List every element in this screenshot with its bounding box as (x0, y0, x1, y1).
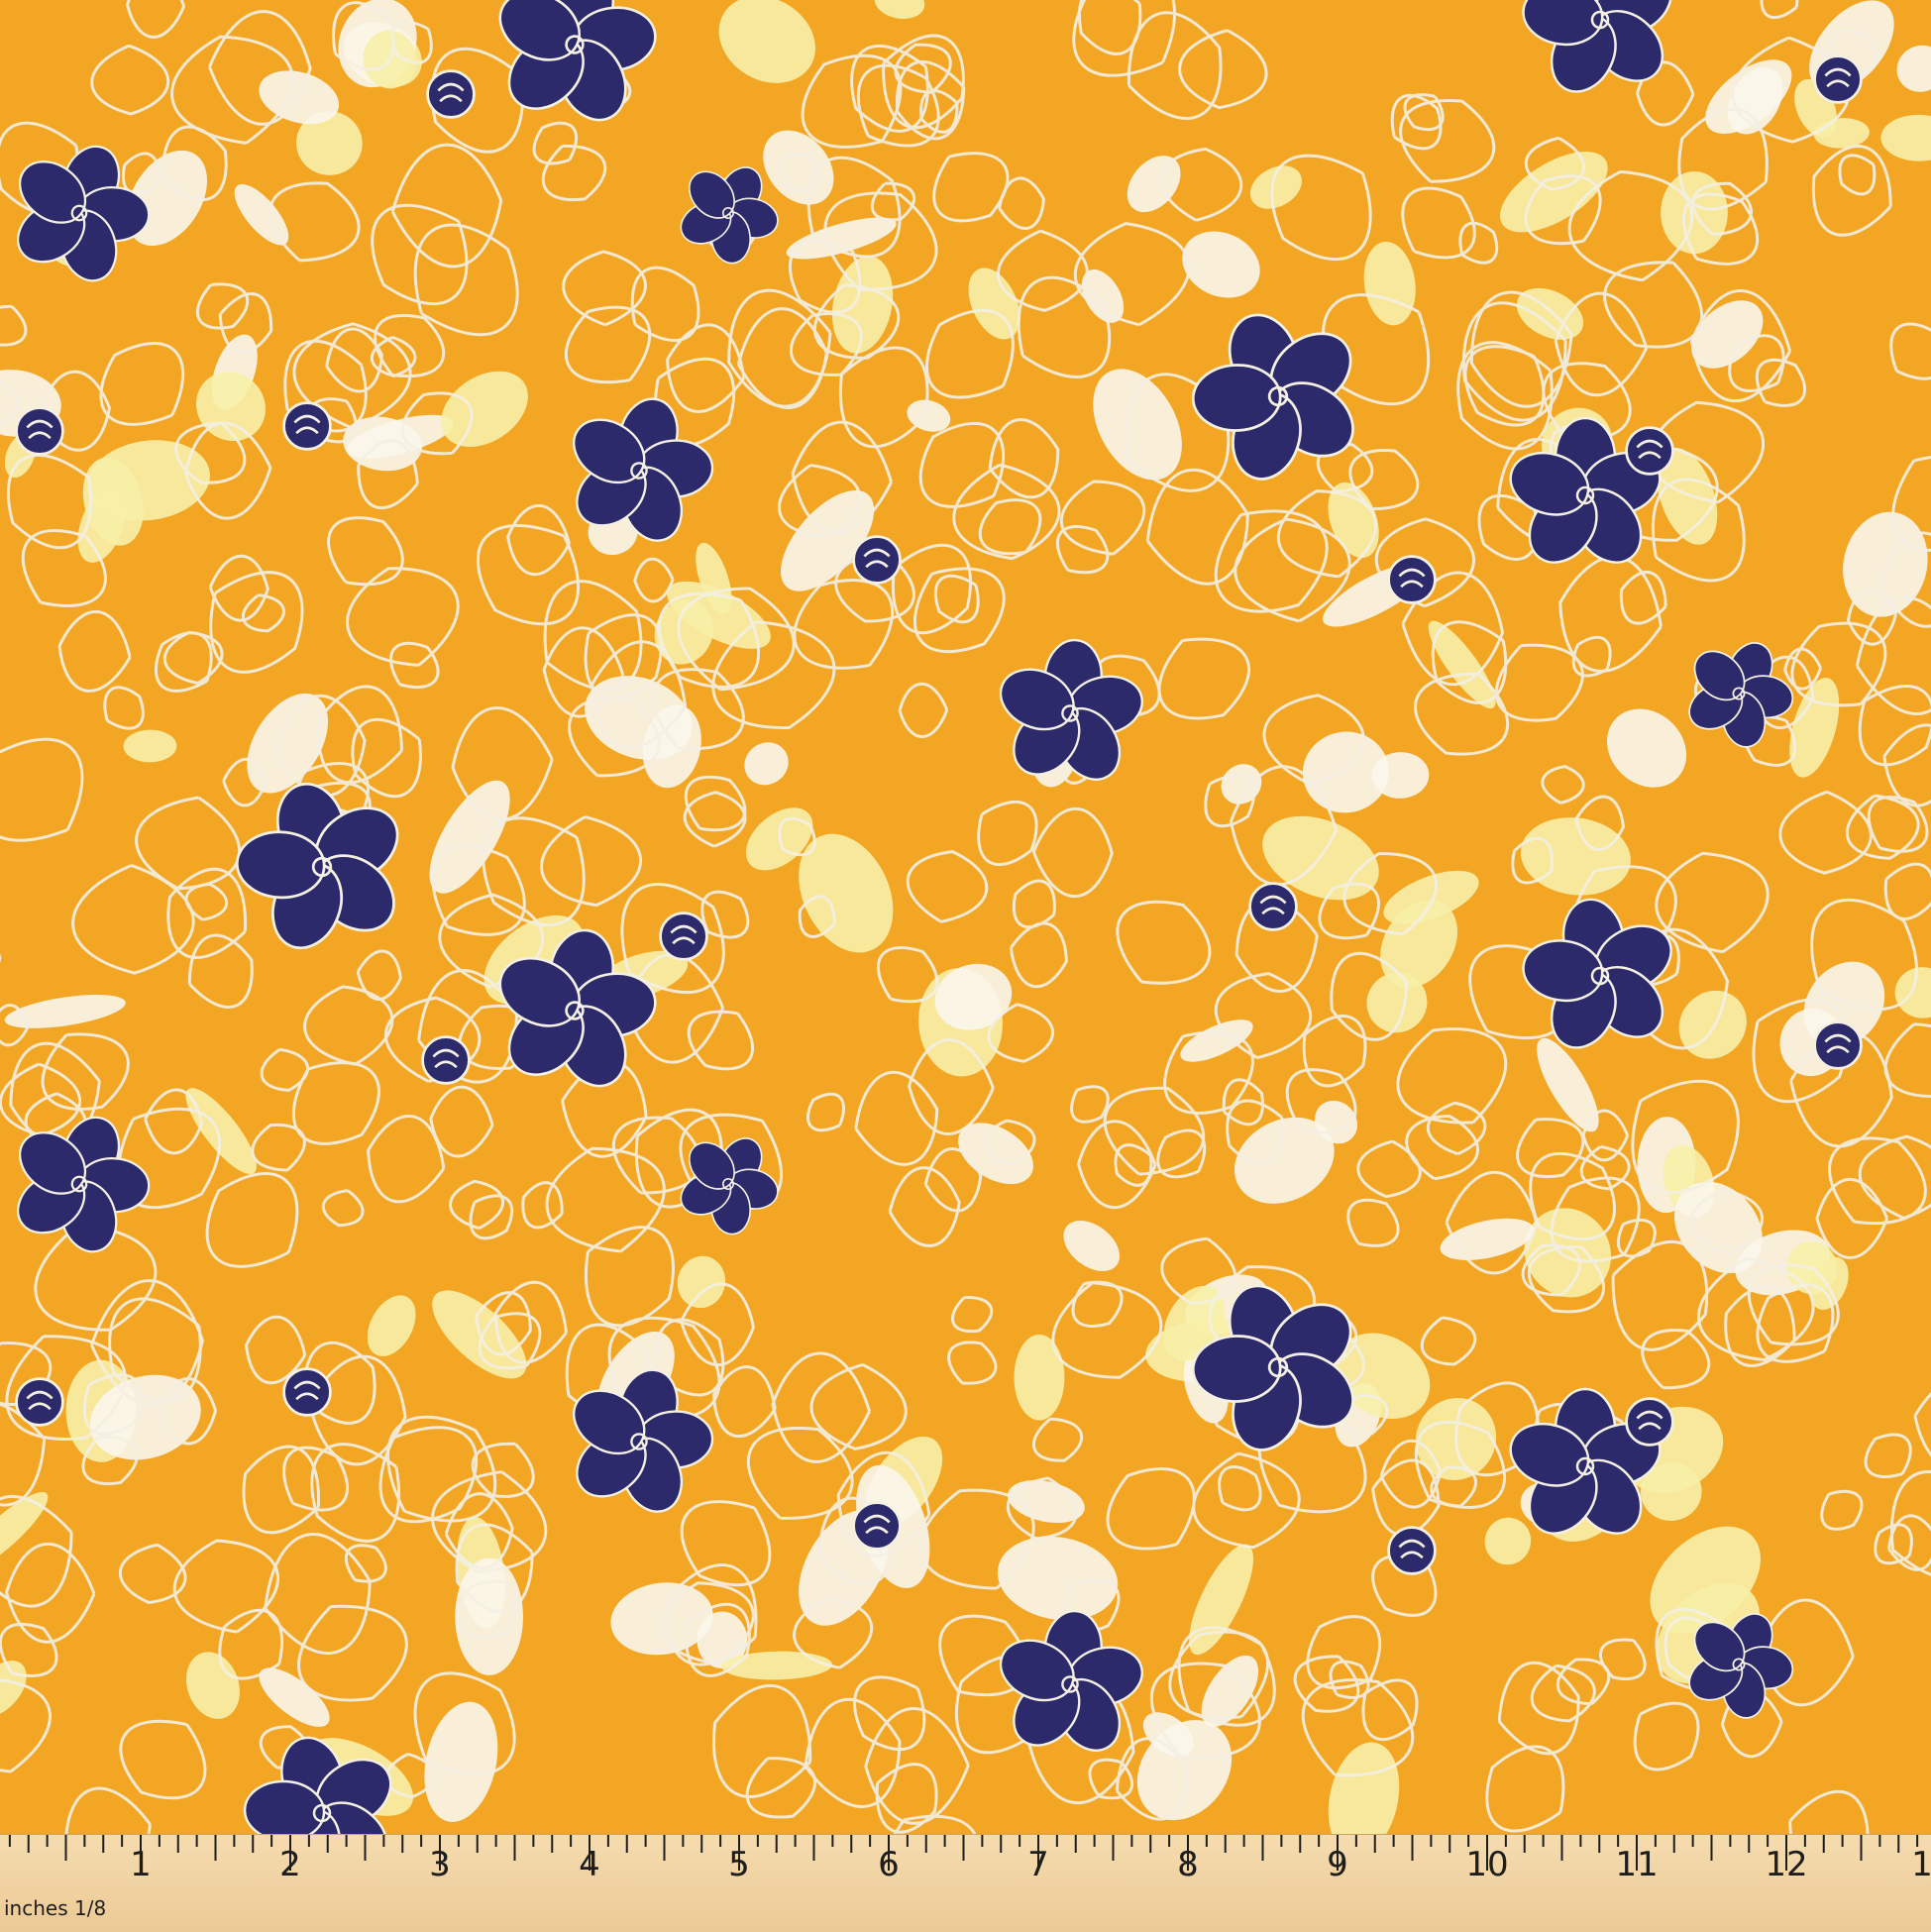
ruler-number: 9 (1327, 1845, 1348, 1884)
ruler-unit-label: inches 1/8 (4, 1896, 107, 1920)
navy-bud (1387, 555, 1437, 604)
navy-bud (852, 535, 902, 585)
navy-bud (1625, 426, 1674, 476)
measuring-ruler: inches 1/8 1 2 3 4 5 6 7 8 9 10 11 12 1 (0, 1834, 1931, 1932)
navy-bud (15, 406, 64, 456)
ruler-number: 1 (130, 1845, 152, 1884)
navy-bud (15, 1377, 64, 1427)
ruler-number: 12 (1765, 1845, 1808, 1884)
navy-bud (659, 912, 708, 961)
ruler-number: 4 (579, 1845, 600, 1884)
floral-fabric-pattern (0, 0, 1931, 1834)
ruler-number: 6 (878, 1845, 900, 1884)
navy-bud (1813, 1020, 1863, 1070)
ruler-number: 7 (1027, 1845, 1049, 1884)
navy-bud (1625, 1397, 1674, 1447)
ruler-number: 3 (429, 1845, 451, 1884)
navy-bud (426, 69, 476, 119)
petal-blob (1014, 1334, 1065, 1421)
navy-bud (1248, 882, 1298, 931)
navy-bud (1813, 54, 1863, 104)
navy-bud (282, 1367, 332, 1417)
ruler-number: 5 (728, 1845, 750, 1884)
ruler-number: 8 (1177, 1845, 1199, 1884)
navy-bud (282, 401, 332, 451)
ruler-number: 2 (279, 1845, 301, 1884)
ruler-number: 1 (1911, 1845, 1931, 1884)
navy-bud (1387, 1526, 1437, 1575)
navy-bud (852, 1501, 902, 1551)
ruler-number: 10 (1465, 1845, 1509, 1884)
navy-bud (421, 1035, 471, 1085)
ruler-number: 11 (1615, 1845, 1659, 1884)
